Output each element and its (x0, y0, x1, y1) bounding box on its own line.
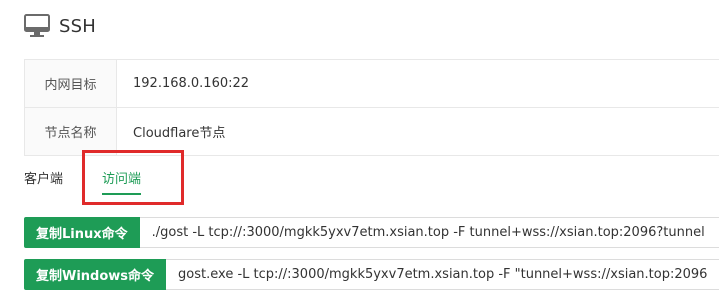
info-label-target: 内网目标 (24, 60, 117, 107)
tab-client[interactable]: 客户端 (24, 158, 102, 187)
page: SSH 内网目标 192.168.0.160:22 节点名称 Cloudflar… (0, 0, 719, 302)
info-table: 内网目标 192.168.0.160:22 节点名称 Cloudflare节点 (24, 59, 719, 156)
monitor-icon (24, 14, 50, 38)
info-value-node: Cloudflare节点 (133, 126, 226, 141)
info-label-node: 节点名称 (24, 108, 117, 155)
copy-linux-command-button[interactable]: 复制Linux命令 (24, 217, 140, 248)
command-row-windows: 复制Windows命令 gost.exe -L tcp://:3000/mgkk… (24, 259, 719, 290)
windows-command-text[interactable]: gost.exe -L tcp://:3000/mgkk5yxv7etm.xsi… (166, 259, 719, 290)
page-header: SSH (24, 11, 96, 41)
page-title: SSH (59, 15, 96, 37)
info-value-target: 192.168.0.160:22 (133, 76, 250, 91)
tab-visitor[interactable]: 访问端 (102, 158, 142, 195)
linux-command-text[interactable]: ./gost -L tcp://:3000/mgkk5yxv7etm.xsian… (139, 217, 719, 248)
info-row-target: 内网目标 192.168.0.160:22 (24, 60, 719, 108)
command-row-linux: 复制Linux命令 ./gost -L tcp://:3000/mgkk5yxv… (24, 217, 719, 248)
tab-bar: 客户端 访问端 (24, 158, 719, 198)
info-row-node: 节点名称 Cloudflare节点 (24, 108, 719, 156)
copy-windows-command-button[interactable]: 复制Windows命令 (24, 259, 167, 290)
